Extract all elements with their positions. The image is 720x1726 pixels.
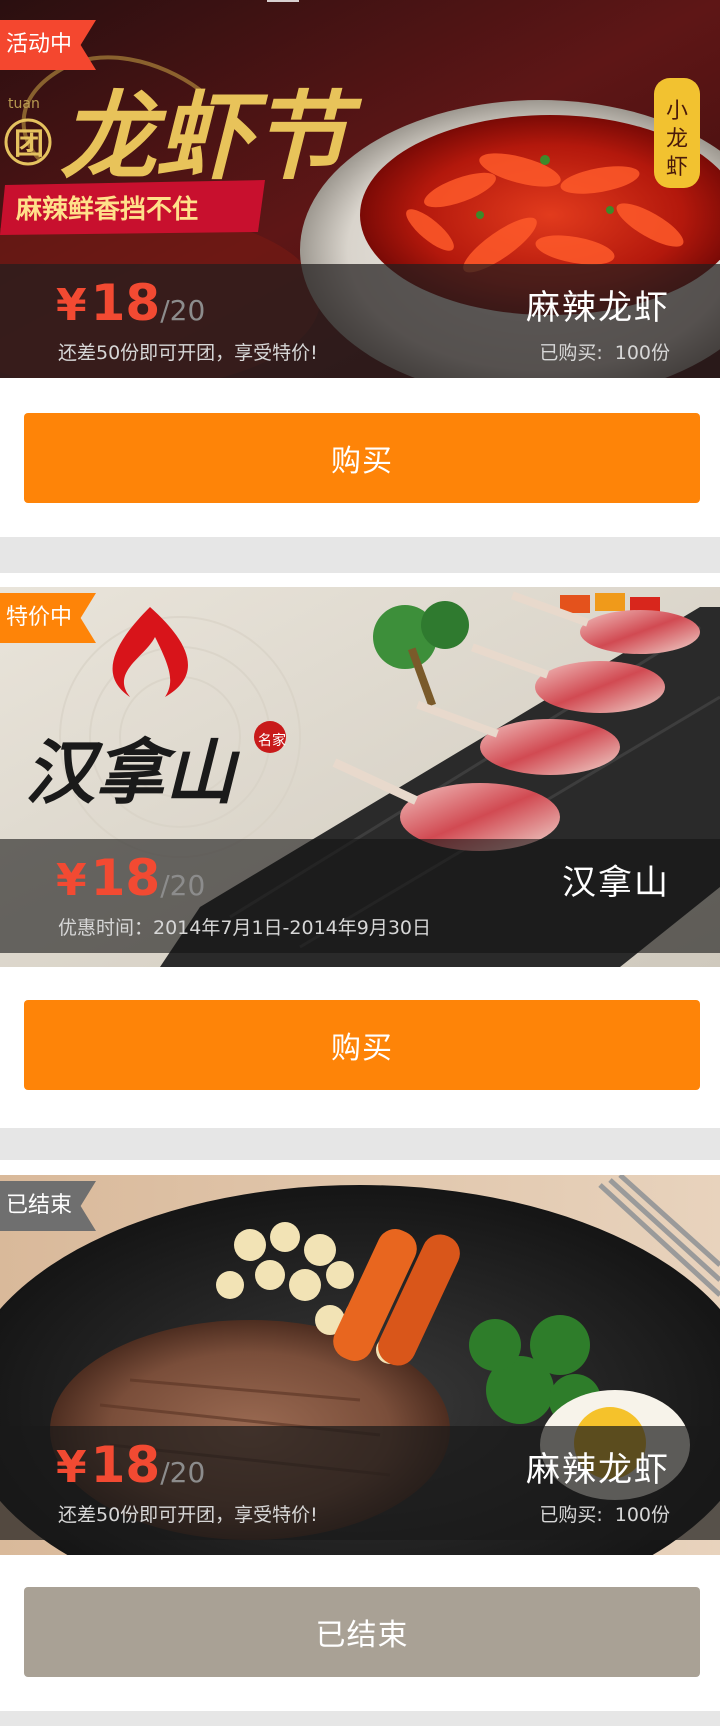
deal-card: tuan 团 龙虾节 麻辣鲜香挡不住 小 龙 虾 活动中 ¥18/20 还差50… [0, 0, 720, 537]
deal-price: ¥18/20 [56, 274, 205, 332]
svg-text:虾: 虾 [666, 155, 688, 180]
buy-button[interactable]: 购买 [24, 413, 700, 503]
price-amount: 18 [90, 1436, 161, 1494]
group-progress-text: 还差50份即可开团，享受特价! [58, 1504, 318, 1526]
banner-pinyin: tuan [8, 96, 40, 112]
currency-symbol: ¥ [56, 855, 87, 906]
deal-info-bar: ¥18/20 还差50份即可开团，享受特价! 麻辣龙虾 已购买: 100份 [0, 264, 720, 378]
svg-text:小: 小 [666, 99, 688, 124]
svg-text:团: 团 [14, 127, 44, 162]
deal-info-bar: ¥18/20 优惠时间：2014年7月1日-2014年9月30日 汉拿山 [0, 839, 720, 953]
promo-period-text: 优惠时间：2014年7月1日-2014年9月30日 [58, 917, 432, 939]
bought-label: 已购买: [539, 342, 603, 364]
top-indicator [267, 0, 299, 2]
group-progress-text: 还差50份即可开团，享受特价! [58, 342, 318, 364]
deal-price: ¥18/20 [56, 1436, 205, 1494]
svg-text:汉拿山: 汉拿山 [25, 731, 240, 814]
bought-label: 已购买: [539, 1504, 603, 1526]
price-amount: 18 [90, 274, 161, 332]
deal-card: 汉拿山 名家 特价中 ¥18/20 优惠时间：2014年7月1日-2014年9月… [0, 573, 720, 1128]
original-price: /20 [160, 869, 206, 902]
svg-text:龙虾节: 龙虾节 [60, 80, 363, 193]
deal-name: 汉拿山 [562, 863, 670, 903]
deal-card: 已结束 ¥18/20 还差50份即可开团，享受特价! 麻辣龙虾 已购买: 100份… [0, 1160, 720, 1711]
buy-button[interactable]: 购买 [24, 1000, 700, 1090]
currency-symbol: ¥ [56, 1442, 87, 1493]
svg-text:龙: 龙 [666, 127, 688, 152]
bought-value: 100份 [614, 1504, 670, 1526]
svg-text:麻辣鲜香挡不住: 麻辣鲜香挡不住 [15, 194, 198, 225]
deal-name: 麻辣龙虾 [526, 288, 670, 328]
bought-value: 100份 [614, 342, 670, 364]
deal-list-page: tuan 团 龙虾节 麻辣鲜香挡不住 小 龙 虾 活动中 ¥18/20 还差50… [0, 0, 720, 1726]
deal-name: 麻辣龙虾 [526, 1450, 670, 1490]
ended-button[interactable]: 已结束 [24, 1587, 700, 1677]
deal-price: ¥18/20 [56, 849, 205, 907]
bought-count: 已购买: 100份 [539, 1500, 670, 1527]
original-price: /20 [160, 294, 206, 327]
currency-symbol: ¥ [56, 280, 87, 331]
svg-text:名家: 名家 [258, 732, 286, 749]
original-price: /20 [160, 1456, 206, 1489]
deal-info-bar: ¥18/20 还差50份即可开团，享受特价! 麻辣龙虾 已购买: 100份 [0, 1426, 720, 1540]
price-amount: 18 [90, 849, 161, 907]
bought-count: 已购买: 100份 [539, 338, 670, 365]
